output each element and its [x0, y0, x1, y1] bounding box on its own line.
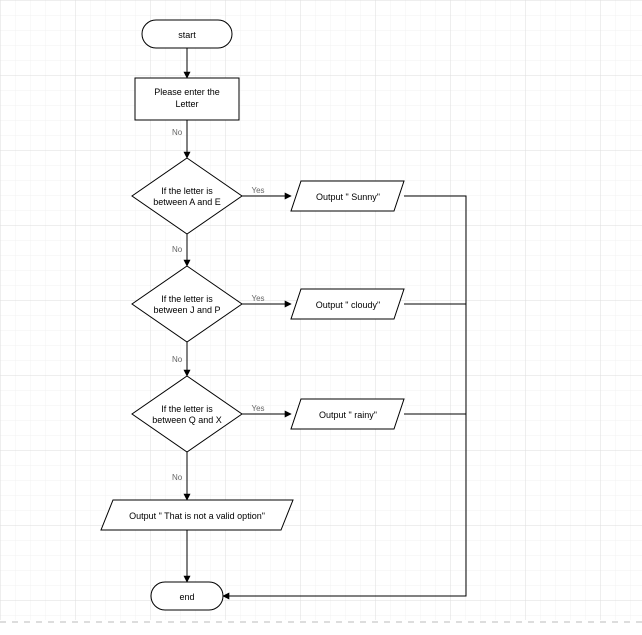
- out2-label: Output " cloudy": [316, 300, 380, 310]
- input-line2: Letter: [175, 99, 198, 109]
- edge-dec1-yes-label: Yes: [251, 186, 264, 195]
- edge-input-dec1-label: No: [172, 128, 183, 137]
- out4-label: Output " That is not a valid option": [129, 511, 265, 521]
- dec2-l2: between J and P: [153, 305, 220, 315]
- end-label: end: [179, 592, 194, 602]
- input-line1: Please enter the: [154, 87, 220, 97]
- flowchart-canvas[interactable]: start Please enter the Letter If the let…: [0, 0, 642, 635]
- start-node[interactable]: start: [142, 20, 232, 48]
- out1-label: Output " Sunny": [316, 192, 380, 202]
- dec1-l1: If the letter is: [161, 186, 213, 196]
- output-1[interactable]: Output " Sunny": [291, 181, 404, 211]
- edge-dec3-yes-label: Yes: [251, 404, 264, 413]
- out3-label: Output " rainy": [319, 410, 377, 420]
- edge-dec3-no-label: No: [172, 473, 183, 482]
- output-2[interactable]: Output " cloudy": [291, 289, 404, 319]
- dec1-l2: between A and E: [153, 197, 221, 207]
- output-3[interactable]: Output " rainy": [291, 399, 404, 429]
- dec2-l1: If the letter is: [161, 294, 213, 304]
- edge-dec1-no-label: No: [172, 245, 183, 254]
- dec3-l1: If the letter is: [161, 404, 213, 414]
- edge-dec2-yes-label: Yes: [251, 294, 264, 303]
- start-label: start: [178, 30, 196, 40]
- output-4[interactable]: Output " That is not a valid option": [101, 500, 293, 530]
- dec3-l2: between Q and X: [152, 415, 222, 425]
- input-node[interactable]: Please enter the Letter: [135, 78, 239, 120]
- end-node[interactable]: end: [151, 582, 223, 610]
- edge-dec2-no-label: No: [172, 355, 183, 364]
